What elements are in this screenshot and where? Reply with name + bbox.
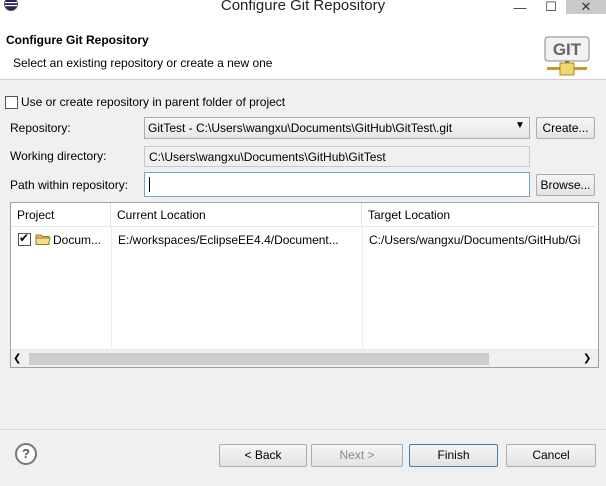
minimize-button[interactable]: — bbox=[507, 0, 533, 15]
title-bar: Configure Git Repository — ☐ ✕ bbox=[0, 0, 606, 16]
wizard-header: Configure Git Repository Select an exist… bbox=[0, 16, 606, 80]
git-logo-icon: GIT bbox=[544, 36, 590, 76]
project-name-cell: Docum... bbox=[53, 233, 102, 247]
wizard-description: Select an existing repository or create … bbox=[13, 56, 273, 70]
path-within-repository-input[interactable] bbox=[144, 172, 530, 197]
folder-icon bbox=[35, 234, 51, 245]
path-within-repository-label: Path within repository: bbox=[10, 178, 129, 192]
horizontal-scrollbar[interactable]: ❮ ❯ bbox=[11, 349, 598, 367]
git-logo-text: GIT bbox=[553, 40, 582, 59]
close-button[interactable]: ✕ bbox=[566, 0, 606, 14]
back-button[interactable]: < Back bbox=[219, 444, 307, 467]
scroll-left-arrow-icon[interactable]: ❮ bbox=[13, 351, 27, 367]
repository-label: Repository: bbox=[10, 121, 71, 135]
repository-dropdown[interactable]: GitTest - C:\Users\wangxu\Documents\GitH… bbox=[144, 117, 530, 139]
chevron-down-icon: ▼ bbox=[515, 120, 525, 131]
text-caret bbox=[149, 177, 150, 192]
scroll-thumb[interactable] bbox=[29, 353, 489, 365]
column-header-current-location[interactable]: Current Location bbox=[111, 203, 362, 227]
working-directory-label: Working directory: bbox=[10, 149, 107, 163]
maximize-button[interactable]: ☐ bbox=[538, 0, 564, 14]
create-repository-button[interactable]: Create... bbox=[536, 117, 595, 139]
working-directory-field: C:\Users\wangxu\Documents\GitHub\GitTest bbox=[144, 146, 530, 167]
repository-selected-value: GitTest - C:\Users\wangxu\Documents\GitH… bbox=[148, 121, 453, 135]
column-divider bbox=[362, 227, 363, 349]
column-header-target-location[interactable]: Target Location bbox=[362, 203, 600, 227]
finish-button[interactable]: Finish bbox=[409, 444, 498, 467]
parent-folder-label: Use or create repository in parent folde… bbox=[21, 95, 286, 109]
cancel-button[interactable]: Cancel bbox=[506, 444, 596, 467]
projects-table[interactable]: Project Current Location Target Location… bbox=[10, 202, 600, 368]
target-location-cell: C:/Users/wangxu/Documents/GitHub/Gi bbox=[369, 233, 581, 247]
column-header-project[interactable]: Project bbox=[11, 203, 111, 227]
wizard-title: Configure Git Repository bbox=[6, 33, 149, 47]
checkmark-icon: ✔ bbox=[19, 231, 30, 245]
current-location-cell: E:/workspaces/EclipseEE4.4/Document... bbox=[118, 233, 339, 247]
parent-folder-checkbox[interactable] bbox=[5, 96, 18, 109]
footer-divider bbox=[0, 429, 606, 430]
next-button[interactable]: Next > bbox=[311, 444, 403, 467]
project-row-checkbox[interactable]: ✔ bbox=[18, 231, 31, 246]
column-divider bbox=[111, 227, 112, 349]
help-icon[interactable]: ? bbox=[15, 443, 37, 465]
browse-button[interactable]: Browse... bbox=[536, 174, 595, 196]
scroll-right-arrow-icon[interactable]: ❯ bbox=[583, 351, 597, 367]
